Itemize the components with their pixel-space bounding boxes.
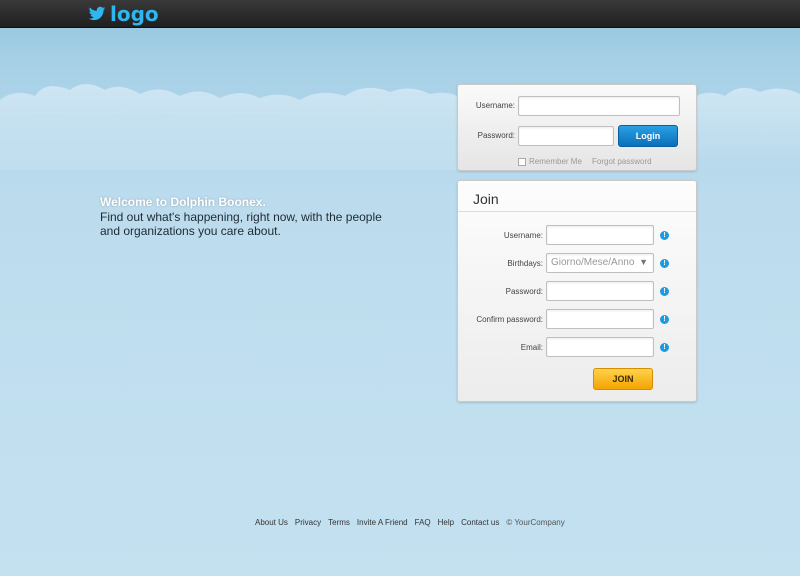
join-birthdays-label: Birthdays: <box>507 259 543 268</box>
login-button[interactable]: Login <box>618 125 678 147</box>
remember-me-checkbox[interactable] <box>518 157 526 166</box>
login-password-input[interactable] <box>518 126 614 146</box>
join-username-input[interactable] <box>546 225 654 245</box>
logo[interactable]: logo <box>88 4 159 24</box>
footer: About Us Privacy Terms Invite A Friend F… <box>255 518 565 527</box>
email-info-icon[interactable]: ! <box>660 343 669 352</box>
password-info-icon[interactable]: ! <box>660 287 669 296</box>
join-username-label: Username: <box>503 231 543 240</box>
remember-me-label: Remember Me <box>529 157 582 166</box>
username-info-icon[interactable]: ! <box>660 231 669 240</box>
login-panel: Username: Password: Login Remember Me Fo… <box>457 84 697 171</box>
logo-text: logo <box>110 2 159 26</box>
join-panel: Join Username: ! Birthdays: Giorno/Mese/… <box>457 180 697 402</box>
join-email-input[interactable] <box>546 337 654 357</box>
welcome-line-1: Find out what's happening, right now, wi… <box>100 210 382 224</box>
footer-link-faq[interactable]: FAQ <box>415 518 431 527</box>
join-button[interactable]: JOIN <box>593 368 653 390</box>
join-email-label: Email: <box>520 343 543 352</box>
bird-icon <box>88 6 106 21</box>
footer-link-invite[interactable]: Invite A Friend <box>357 518 408 527</box>
birthdays-select[interactable]: Giorno/Mese/Anno ▼ <box>546 253 654 273</box>
footer-link-about[interactable]: About Us <box>255 518 288 527</box>
top-bar: logo <box>0 0 800 28</box>
join-title: Join <box>473 191 499 207</box>
login-username-label: Username: <box>475 101 515 110</box>
login-password-label: Password: <box>477 131 515 140</box>
footer-link-privacy[interactable]: Privacy <box>295 518 321 527</box>
birthdays-info-icon[interactable]: ! <box>660 259 669 268</box>
welcome-message: Welcome to Dolphin Boonex. Find out what… <box>100 195 410 238</box>
remember-me[interactable]: Remember Me <box>518 157 582 166</box>
footer-link-contact[interactable]: Contact us <box>461 518 499 527</box>
copyright: © YourCompany <box>506 518 565 527</box>
footer-link-help[interactable]: Help <box>438 518 454 527</box>
join-password-input[interactable] <box>546 281 654 301</box>
welcome-line-2: and organizations you care about. <box>100 224 281 238</box>
forgot-password-link[interactable]: Forgot password <box>592 157 652 166</box>
join-confirm-password-input[interactable] <box>546 309 654 329</box>
welcome-title: Welcome to Dolphin Boonex. <box>100 195 266 209</box>
join-password-label: Password: <box>505 287 543 296</box>
birthdays-placeholder: Giorno/Mese/Anno <box>551 257 635 268</box>
join-divider <box>458 211 696 212</box>
join-confirm-password-label: Confirm password: <box>476 315 543 324</box>
confirm-password-info-icon[interactable]: ! <box>660 315 669 324</box>
footer-link-terms[interactable]: Terms <box>328 518 350 527</box>
login-username-input[interactable] <box>518 96 680 116</box>
chevron-down-icon: ▼ <box>639 257 648 267</box>
